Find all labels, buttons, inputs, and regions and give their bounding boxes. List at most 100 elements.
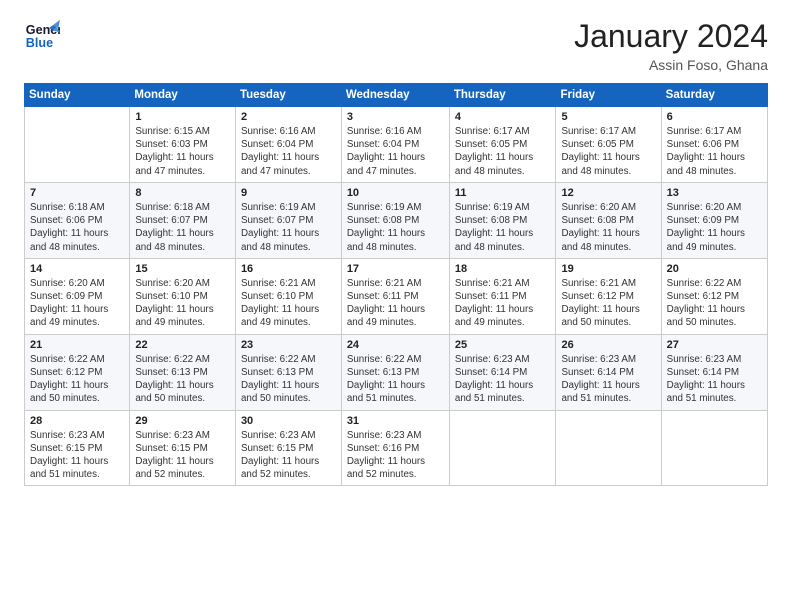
- calendar-cell: [449, 410, 556, 486]
- day-number: 3: [347, 111, 444, 123]
- calendar-cell: 9 Sunrise: 6:19 AMSunset: 6:07 PMDaylight…: [235, 182, 341, 258]
- day-info: Sunrise: 6:19 AMSunset: 6:07 PMDaylight:…: [241, 201, 336, 254]
- calendar-cell: 20Sunrise: 6:22 AMSunset: 6:12 PMDayligh…: [661, 258, 767, 334]
- day-number: 29: [135, 415, 230, 427]
- calendar-cell: 13 Sunrise: 6:20 AMSunset: 6:09 PMDayligh…: [661, 182, 767, 258]
- day-number: 21: [30, 339, 124, 351]
- day-info: Sunrise: 6:20 AMSunset: 6:10 PMDaylight:…: [135, 277, 230, 330]
- day-info: Sunrise: 6:22 AMSunset: 6:12 PMDaylight:…: [30, 353, 124, 406]
- day-info: Sunrise: 6:23 AMSunset: 6:15 PMDaylight:…: [30, 429, 124, 482]
- calendar-week-row: 28 Sunrise: 6:23 AMSunset: 6:15 PMDayligh…: [25, 410, 768, 486]
- day-info: Sunrise: 6:18 AMSunset: 6:07 PMDaylight:…: [135, 201, 230, 254]
- day-number: 30: [241, 415, 336, 427]
- calendar-cell: 12 Sunrise: 6:20 AMSunset: 6:08 PMDayligh…: [556, 182, 661, 258]
- calendar-cell: 19 Sunrise: 6:21 AMSunset: 6:12 PMDayligh…: [556, 258, 661, 334]
- calendar-cell: 1Sunrise: 6:15 AMSunset: 6:03 PMDaylight…: [130, 107, 236, 183]
- calendar-week-row: 7Sunrise: 6:18 AMSunset: 6:06 PMDaylight…: [25, 182, 768, 258]
- day-number: 6: [667, 111, 762, 123]
- calendar-header-monday: Monday: [130, 84, 236, 107]
- calendar-cell: 3 Sunrise: 6:16 AMSunset: 6:04 PMDaylight…: [341, 107, 449, 183]
- day-number: 9: [241, 187, 336, 199]
- day-number: 27: [667, 339, 762, 351]
- day-number: 14: [30, 263, 124, 275]
- page: General Blue January 2024 Assin Foso, Gh…: [0, 0, 792, 612]
- calendar-cell: 23Sunrise: 6:22 AMSunset: 6:13 PMDayligh…: [235, 334, 341, 410]
- day-number: 31: [347, 415, 444, 427]
- calendar-cell: 11Sunrise: 6:19 AMSunset: 6:08 PMDayligh…: [449, 182, 556, 258]
- calendar-cell: 22 Sunrise: 6:22 AMSunset: 6:13 PMDayligh…: [130, 334, 236, 410]
- day-info: Sunrise: 6:21 AMSunset: 6:12 PMDaylight:…: [561, 277, 655, 330]
- calendar-header-sunday: Sunday: [25, 84, 130, 107]
- calendar-cell: 16Sunrise: 6:21 AMSunset: 6:10 PMDayligh…: [235, 258, 341, 334]
- calendar-cell: 27 Sunrise: 6:23 AMSunset: 6:14 PMDayligh…: [661, 334, 767, 410]
- day-number: 22: [135, 339, 230, 351]
- day-info: Sunrise: 6:22 AMSunset: 6:13 PMDaylight:…: [347, 353, 444, 406]
- calendar-cell: 24 Sunrise: 6:22 AMSunset: 6:13 PMDayligh…: [341, 334, 449, 410]
- calendar-week-row: 21 Sunrise: 6:22 AMSunset: 6:12 PMDayligh…: [25, 334, 768, 410]
- day-info: Sunrise: 6:23 AMSunset: 6:14 PMDaylight:…: [667, 353, 762, 406]
- day-info: Sunrise: 6:17 AMSunset: 6:05 PMDaylight:…: [455, 125, 551, 178]
- calendar-cell: 29 Sunrise: 6:23 AMSunset: 6:15 PMDayligh…: [130, 410, 236, 486]
- day-number: 26: [561, 339, 655, 351]
- calendar-table: SundayMondayTuesdayWednesdayThursdayFrid…: [24, 83, 768, 486]
- calendar-cell: 10 Sunrise: 6:19 AMSunset: 6:08 PMDayligh…: [341, 182, 449, 258]
- day-number: 15: [135, 263, 230, 275]
- day-number: 11: [455, 187, 551, 199]
- svg-text:Blue: Blue: [26, 36, 53, 50]
- day-number: 25: [455, 339, 551, 351]
- calendar-cell: 4 Sunrise: 6:17 AMSunset: 6:05 PMDaylight…: [449, 107, 556, 183]
- day-info: Sunrise: 6:20 AMSunset: 6:09 PMDaylight:…: [667, 201, 762, 254]
- day-number: 5: [561, 111, 655, 123]
- calendar-cell: 8Sunrise: 6:18 AMSunset: 6:07 PMDaylight…: [130, 182, 236, 258]
- day-info: Sunrise: 6:22 AMSunset: 6:13 PMDaylight:…: [135, 353, 230, 406]
- day-info: Sunrise: 6:22 AMSunset: 6:12 PMDaylight:…: [667, 277, 762, 330]
- day-info: Sunrise: 6:20 AMSunset: 6:08 PMDaylight:…: [561, 201, 655, 254]
- calendar-cell: 7Sunrise: 6:18 AMSunset: 6:06 PMDaylight…: [25, 182, 130, 258]
- calendar-cell: 21 Sunrise: 6:22 AMSunset: 6:12 PMDayligh…: [25, 334, 130, 410]
- day-number: 10: [347, 187, 444, 199]
- day-number: 23: [241, 339, 336, 351]
- day-info: Sunrise: 6:17 AMSunset: 6:05 PMDaylight:…: [561, 125, 655, 178]
- day-number: 4: [455, 111, 551, 123]
- calendar-header-saturday: Saturday: [661, 84, 767, 107]
- calendar-cell: [556, 410, 661, 486]
- calendar-cell: 18Sunrise: 6:21 AMSunset: 6:11 PMDayligh…: [449, 258, 556, 334]
- calendar-header-thursday: Thursday: [449, 84, 556, 107]
- day-info: Sunrise: 6:15 AMSunset: 6:03 PMDaylight:…: [135, 125, 230, 178]
- day-info: Sunrise: 6:17 AMSunset: 6:06 PMDaylight:…: [667, 125, 762, 178]
- calendar-week-row: 1Sunrise: 6:15 AMSunset: 6:03 PMDaylight…: [25, 107, 768, 183]
- calendar-header-wednesday: Wednesday: [341, 84, 449, 107]
- day-number: 12: [561, 187, 655, 199]
- day-info: Sunrise: 6:20 AMSunset: 6:09 PMDaylight:…: [30, 277, 124, 330]
- logo: General Blue: [24, 18, 60, 54]
- day-info: Sunrise: 6:19 AMSunset: 6:08 PMDaylight:…: [347, 201, 444, 254]
- day-info: Sunrise: 6:23 AMSunset: 6:14 PMDaylight:…: [455, 353, 551, 406]
- day-info: Sunrise: 6:23 AMSunset: 6:15 PMDaylight:…: [135, 429, 230, 482]
- calendar-cell: 28 Sunrise: 6:23 AMSunset: 6:15 PMDayligh…: [25, 410, 130, 486]
- day-number: 16: [241, 263, 336, 275]
- calendar-cell: 25 Sunrise: 6:23 AMSunset: 6:14 PMDayligh…: [449, 334, 556, 410]
- day-number: 24: [347, 339, 444, 351]
- calendar-week-row: 14 Sunrise: 6:20 AMSunset: 6:09 PMDayligh…: [25, 258, 768, 334]
- day-info: Sunrise: 6:16 AMSunset: 6:04 PMDaylight:…: [241, 125, 336, 178]
- day-number: 19: [561, 263, 655, 275]
- header: General Blue January 2024 Assin Foso, Gh…: [24, 18, 768, 73]
- day-number: 13: [667, 187, 762, 199]
- day-info: Sunrise: 6:21 AMSunset: 6:11 PMDaylight:…: [347, 277, 444, 330]
- calendar-cell: [661, 410, 767, 486]
- day-number: 7: [30, 187, 124, 199]
- calendar-header-tuesday: Tuesday: [235, 84, 341, 107]
- day-number: 17: [347, 263, 444, 275]
- calendar-cell: 5 Sunrise: 6:17 AMSunset: 6:05 PMDaylight…: [556, 107, 661, 183]
- location-subtitle: Assin Foso, Ghana: [574, 57, 768, 73]
- calendar-cell: [25, 107, 130, 183]
- calendar-cell: 15 Sunrise: 6:20 AMSunset: 6:10 PMDayligh…: [130, 258, 236, 334]
- day-info: Sunrise: 6:16 AMSunset: 6:04 PMDaylight:…: [347, 125, 444, 178]
- day-number: 28: [30, 415, 124, 427]
- calendar-cell: 14 Sunrise: 6:20 AMSunset: 6:09 PMDayligh…: [25, 258, 130, 334]
- day-info: Sunrise: 6:21 AMSunset: 6:11 PMDaylight:…: [455, 277, 551, 330]
- calendar-cell: 26 Sunrise: 6:23 AMSunset: 6:14 PMDayligh…: [556, 334, 661, 410]
- day-info: Sunrise: 6:23 AMSunset: 6:14 PMDaylight:…: [561, 353, 655, 406]
- calendar-header-friday: Friday: [556, 84, 661, 107]
- calendar-cell: 6 Sunrise: 6:17 AMSunset: 6:06 PMDaylight…: [661, 107, 767, 183]
